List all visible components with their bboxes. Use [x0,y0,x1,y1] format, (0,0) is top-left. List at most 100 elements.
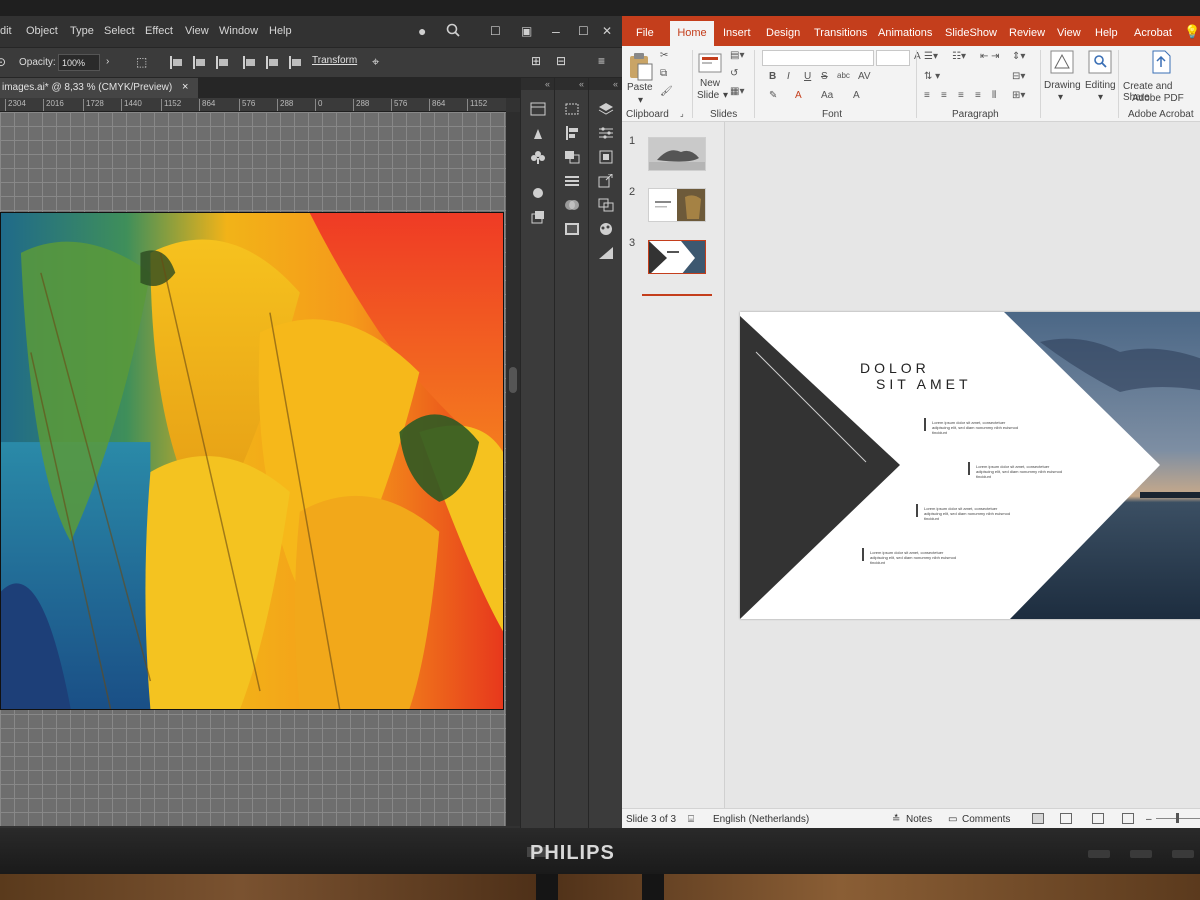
change-case-button[interactable]: Aa [821,90,833,101]
transparency-icon[interactable] [564,198,580,212]
shadow-button[interactable]: abc [837,71,850,80]
text-direction-icon[interactable]: ⇅ ▾ [924,71,940,82]
panel-icon[interactable]: ▣ [521,23,532,39]
editing-dropdown-icon[interactable]: ▾ [1098,92,1103,103]
slide-sorter-icon[interactable] [1060,813,1072,824]
tab-design[interactable]: Design [766,27,800,39]
zoom-out-icon[interactable]: – [1146,814,1152,825]
close-icon[interactable]: ✕ [602,23,612,39]
layout-icon[interactable]: ▤▾ [730,50,744,61]
graphic-styles-icon[interactable] [530,210,546,224]
slide-thumbnail-2[interactable] [648,188,706,222]
paste-dropdown-icon[interactable]: ▾ [638,95,643,106]
notes-button[interactable]: Notes [906,814,932,825]
justify-icon[interactable]: ≡ [975,90,981,101]
align-right-icon[interactable] [216,56,229,69]
notes-icon[interactable]: ≛ [892,814,900,825]
opacity-input[interactable]: 100% [58,54,100,71]
align-hcenter-icon[interactable] [193,56,206,69]
select-similar-icon[interactable]: ⬚ [136,55,147,69]
libraries-icon[interactable] [598,150,614,164]
cut-icon[interactable]: ✂ [660,50,668,61]
indent-icon[interactable]: ⇤ ⇥ [980,51,1000,62]
slide-body-text-1[interactable]: Lorem ipsum dolor sit amet, consectetuer… [932,420,1022,435]
menu-help[interactable]: Help [269,25,292,37]
monitor-button[interactable] [1172,850,1194,858]
align-left-icon[interactable]: ≡ [924,90,930,101]
brushes-icon[interactable] [530,126,546,140]
search-icon[interactable] [446,23,460,40]
align-bottom-icon[interactable] [289,56,302,69]
italic-button[interactable]: I [787,71,790,82]
find-icon[interactable] [1088,50,1112,79]
tab-review[interactable]: Review [1009,27,1045,39]
columns-icon[interactable]: ⫴ [992,90,996,101]
menu-object[interactable]: Object [26,25,58,37]
tab-slideshow[interactable]: SlideShow [945,27,997,39]
font-name-input[interactable] [762,50,874,66]
tab-transitions[interactable]: Transitions [814,27,867,39]
zoom-slider-thumb[interactable] [1176,813,1179,823]
slide-thumbnail-1[interactable] [648,137,706,171]
minimize-icon[interactable]: – [552,23,560,39]
properties-icon[interactable] [598,126,614,140]
align-text-icon[interactable]: ⊟▾ [1012,71,1025,82]
transform-button[interactable]: Transform [312,55,357,66]
tab-insert[interactable]: Insert [723,27,751,39]
new-slide-icon[interactable] [698,52,724,81]
comments-button[interactable]: Comments [962,814,1010,825]
menu-type[interactable]: Type [70,25,94,37]
drawing-label[interactable]: Drawing [1044,80,1081,91]
pathfinder-icon[interactable] [564,150,580,164]
monitor-button[interactable] [1130,850,1152,858]
layers-icon[interactable] [598,102,614,116]
collapse-panels-icon[interactable]: « [555,78,588,90]
recolor-icon[interactable]: ⊙ [0,55,6,69]
image-trace-icon[interactable] [598,246,614,260]
arrange-icon[interactable]: ☐ [490,23,501,39]
transform-icon[interactable] [564,102,580,116]
align-center-icon[interactable]: ≡ [941,90,947,101]
underline-button[interactable]: U [804,71,811,82]
clear-format-button[interactable]: A [853,90,860,101]
increase-font-icon[interactable]: A [914,51,921,62]
artboards-icon[interactable] [598,198,614,212]
section-icon[interactable]: ▦▾ [730,86,744,97]
slide-thumbnail-3[interactable] [648,240,706,274]
bold-button[interactable]: B [769,71,776,82]
strikethrough-button[interactable]: S [821,71,828,82]
slide-title-line-2[interactable]: SIT AMET [876,376,972,392]
new-slide-dropdown-icon[interactable]: ▾ [723,90,728,101]
comments-icon[interactable]: ▭ [948,814,957,825]
smartart-icon[interactable]: ⊞▾ [1012,90,1025,101]
create-pdf-icon[interactable] [1150,50,1172,79]
tab-help[interactable]: Help [1095,27,1118,39]
stroke-icon[interactable] [564,174,580,188]
editing-label[interactable]: Editing [1085,80,1116,91]
menu-select[interactable]: Select [104,25,135,37]
tab-home[interactable]: Home [670,21,714,46]
new-slide-label[interactable]: New [700,78,720,89]
reading-view-icon[interactable] [1092,813,1104,824]
language-indicator[interactable]: English (Netherlands) [713,814,809,825]
export-icon[interactable] [598,174,614,188]
tab-animations[interactable]: Animations [878,27,932,39]
menu-icon[interactable]: ≡ [598,54,605,68]
font-size-input[interactable] [876,50,910,66]
align-vcenter-icon[interactable] [266,56,279,69]
isolate-icon[interactable]: ⌖ [372,54,379,70]
menu-view[interactable]: View [185,25,209,37]
maximize-icon[interactable]: ☐ [578,23,589,39]
symbols-icon[interactable] [530,102,546,116]
tab-view[interactable]: View [1057,27,1081,39]
create-share-label-2[interactable]: Adobe PDF [1132,93,1184,104]
numbering-icon[interactable]: ☷▾ [952,51,966,62]
bullets-icon[interactable]: ☰▾ [924,51,938,62]
reset-icon[interactable]: ↺ [730,68,738,79]
font-color-button[interactable]: A [795,90,802,101]
accessibility-icon[interactable]: ⌸ [688,814,694,825]
appearance-icon[interactable] [530,186,546,200]
opacity-chevron-icon[interactable]: › [106,56,109,67]
lightbulb-icon[interactable]: 💡 [1184,24,1200,40]
normal-view-icon[interactable] [1032,813,1044,824]
